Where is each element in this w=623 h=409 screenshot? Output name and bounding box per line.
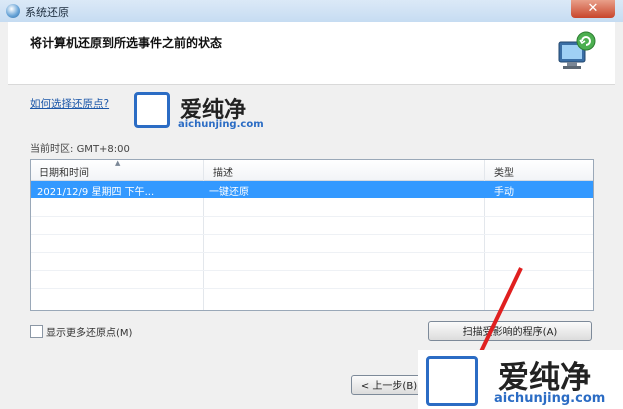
title-bar: 系统还原 ✕	[0, 0, 623, 22]
watermark-logo: 爱纯净 aichunjing.com	[134, 92, 284, 132]
watermark-site: aichunjing.com	[494, 391, 606, 406]
row-divider	[31, 234, 593, 235]
window-title: 系统还原	[25, 6, 69, 19]
timezone-label-text: 当前时区:	[30, 144, 74, 155]
page-title: 将计算机还原到所选事件之前的状态	[30, 36, 223, 50]
back-button[interactable]: < 上一步(B)	[351, 375, 427, 395]
row-divider	[31, 216, 593, 217]
computer-restore-icon	[558, 31, 596, 69]
close-icon: ✕	[587, 1, 599, 16]
cell-type: 手动	[494, 187, 514, 198]
help-link[interactable]: 如何选择还原点?	[30, 96, 109, 111]
restore-point-list[interactable]: 日期和时间 ▲ 描述 类型 2021/12/9 星期四 下午... 一键还原 手…	[30, 159, 594, 311]
table-row[interactable]: 2021/12/9 星期四 下午... 一键还原 手动	[31, 181, 593, 198]
row-divider	[31, 270, 593, 271]
cell-date: 2021/12/9 星期四 下午...	[37, 187, 155, 198]
list-header: 日期和时间 ▲ 描述 类型	[31, 160, 593, 181]
scan-affected-programs-button[interactable]: 扫描受影响的程序(A)	[428, 321, 592, 341]
watermark-site: aichunjing.com	[178, 119, 264, 130]
brand-logo-icon	[134, 92, 170, 128]
column-header-type[interactable]: 类型	[494, 164, 514, 179]
show-more-checkbox[interactable]	[30, 325, 43, 338]
wizard-header: 将计算机还原到所选事件之前的状态	[8, 22, 615, 85]
brand-logo-icon	[426, 356, 478, 406]
show-more-label: 显示更多还原点(M)	[46, 328, 133, 339]
timezone-label: 当前时区: GMT+8:00	[30, 140, 130, 155]
sort-ascending-icon: ▲	[115, 159, 121, 167]
cell-description: 一键还原	[209, 187, 249, 198]
column-header-date[interactable]: 日期和时间	[39, 164, 89, 179]
row-divider	[31, 252, 593, 253]
system-restore-window: 系统还原 ✕ 将计算机还原到所选事件之前的状态 如何选择还原点? 当前时区: G…	[0, 0, 623, 409]
watermark-logo-large: 爱纯净 aichunjing.com	[418, 350, 623, 409]
timezone-value: GMT+8:00	[76, 144, 130, 155]
system-restore-icon	[6, 4, 20, 18]
column-header-description[interactable]: 描述	[213, 164, 233, 179]
close-button[interactable]: ✕	[571, 0, 615, 18]
row-divider	[31, 288, 593, 289]
